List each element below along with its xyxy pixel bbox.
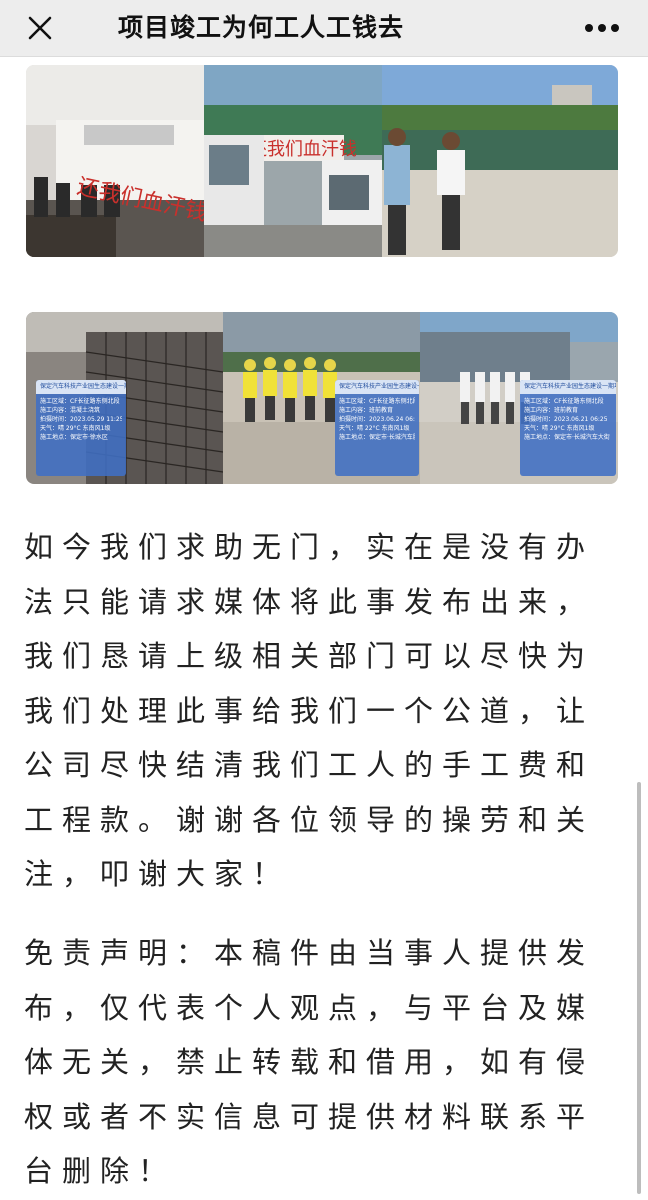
site-workers-image	[382, 65, 618, 257]
rebar-site-photo[interactable]: 保定汽车科技产业园生态建设一期项目设计、施工总承包 施工区域：CF长征路东侧北段…	[26, 312, 223, 484]
site-workers-photo[interactable]	[382, 65, 618, 257]
watermark-line: 拍摄时间：2023.06.21 06:25	[524, 416, 608, 423]
photo-strip-bottom[interactable]: 保定汽车科技产业园生态建设一期项目设计、施工总承包 施工区域：CF长征路东侧北段…	[26, 312, 618, 484]
page-title: 项目竣工为何工人工钱去	[118, 13, 405, 42]
photo-watermark: 保定汽车科技产业园生态建设一期项目设计、施工总承包 施工区域：CF长征路东侧北段…	[335, 380, 419, 476]
more-button[interactable]	[580, 10, 624, 46]
watermark-head: 保定汽车科技产业园生态建设一期项目设计、施工总承包	[520, 380, 616, 394]
watermark-line: 拍摄时间：2023.06.24 06:25	[339, 416, 415, 423]
article-paragraph-1: 如今我们求助无门，实在是没有办法只能请求媒体将此事发布出来，我们恳请上级相关部门…	[24, 530, 595, 891]
article-paragraph-disclaimer: 免责声明：本稿件由当事人提供发布，仅代表个人观点，与平台及媒体无关，禁止转载和借…	[24, 936, 595, 1188]
watermark-line: 施工区域：CF长征路东侧北段	[339, 398, 415, 405]
van-protest-photo[interactable]: 还我们血汗钱	[204, 65, 382, 257]
photo-watermark: 保定汽车科技产业园生态建设一期项目设计、施工总承包 施工区域：CF长征路东侧北段…	[36, 380, 126, 476]
watermark-head: 保定汽车科技产业园生态建设一期项目设计、施工总承包	[335, 380, 419, 394]
close-icon	[28, 16, 52, 40]
watermark-line: 施工区域：CF长征路东侧北段	[524, 398, 604, 405]
close-button[interactable]	[22, 10, 58, 46]
watermark-line: 施工内容：混凝土浇筑	[40, 407, 101, 414]
scrollbar-thumb[interactable]	[637, 782, 641, 1194]
more-dots-icon	[585, 24, 619, 32]
watermark-line: 施工地点：保定市·长城汽车大街	[524, 434, 610, 441]
watermark-line: 天气：晴 22°C 东南风1级	[339, 425, 410, 432]
van-protest-image: 还我们血汗钱	[204, 65, 382, 257]
watermark-line: 天气：晴 29°C 东南风1级	[40, 425, 111, 432]
workers-group-photo[interactable]: 保定汽车科技产业园生态建设一期项目设计、施工总承包 施工区域：CF长征路东侧北段…	[223, 312, 420, 484]
watermark-line: 施工地点：保定市·徐水区	[40, 434, 108, 441]
top-nav-bar: 项目竣工为何工人工钱去	[0, 0, 648, 57]
watermark-line: 施工内容：班前教育	[339, 407, 394, 414]
banner-text-2: 还我们血汗钱	[249, 139, 357, 160]
watermark-line: 拍摄时间：2023.05.29 11:25	[40, 416, 122, 423]
photo-strip-top[interactable]: 还我们血汗钱 还我们血汗钱	[26, 65, 618, 257]
photo-watermark: 保定汽车科技产业园生态建设一期项目设计、施工总承包 施工区域：CF长征路东侧北段…	[520, 380, 616, 476]
watermark-line: 施工内容：班前教育	[524, 407, 579, 414]
office-protest-photo[interactable]: 还我们血汗钱	[26, 65, 204, 257]
watermark-head: 保定汽车科技产业园生态建设一期项目设计、施工总承包	[36, 380, 126, 394]
watermark-line: 天气：晴 29°C 东南风1级	[524, 425, 595, 432]
watermark-line: 施工区域：CF长征路东侧北段	[40, 398, 120, 405]
stadium-workers-photo[interactable]: 保定汽车科技产业园生态建设一期项目设计、施工总承包 施工区域：CF长征路东侧北段…	[420, 312, 618, 484]
office-protest-image: 还我们血汗钱	[26, 65, 204, 257]
watermark-line: 施工地点：保定市·长城汽车股份有限公司	[339, 434, 415, 441]
